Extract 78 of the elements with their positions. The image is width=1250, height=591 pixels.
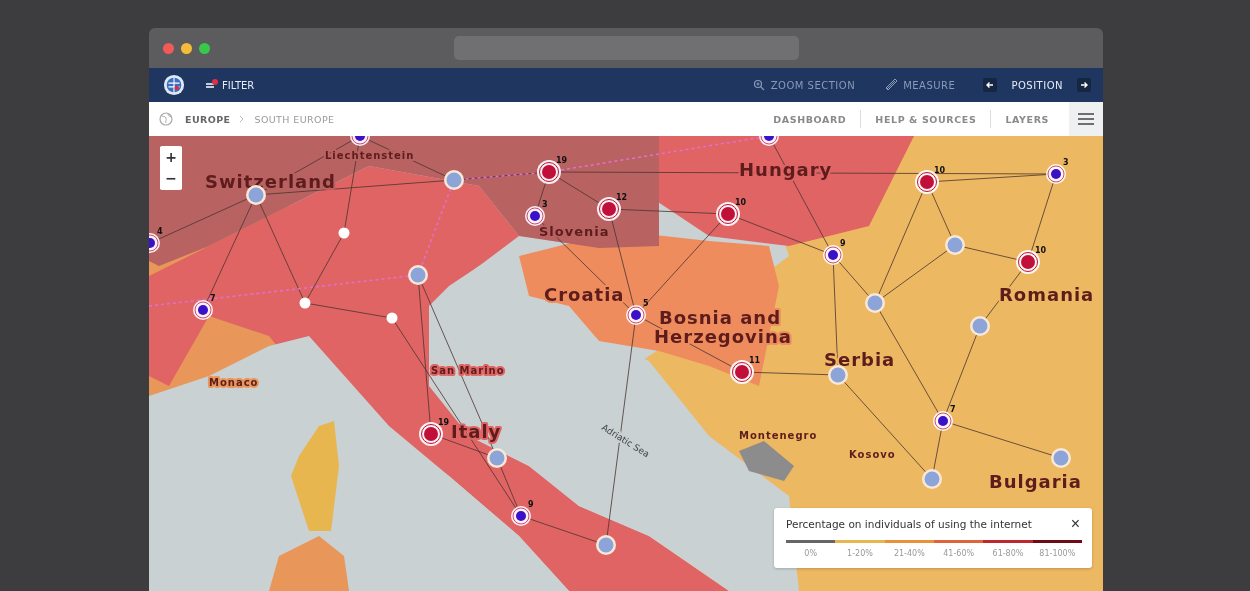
legend-label: 21-40% — [893, 549, 925, 558]
marker-count: 9 — [840, 239, 846, 248]
country-label: Croatia — [544, 284, 625, 305]
country-label: Bosnia and — [659, 307, 782, 328]
small-marker[interactable] — [626, 305, 646, 325]
marker-count: 9 — [528, 500, 534, 509]
marker-count: 12 — [616, 193, 628, 202]
globe-logo-icon[interactable] — [163, 74, 185, 96]
menu-button[interactable] — [1069, 102, 1103, 136]
country-label: Monaco — [209, 377, 259, 388]
marker-count: 7 — [950, 405, 956, 414]
globe-icon — [159, 112, 173, 126]
small-marker[interactable] — [933, 411, 953, 431]
legend-title: Percentage on individuals of using the internet — [786, 518, 1032, 530]
country-label: San Marino — [431, 365, 505, 376]
marker-count: 10 — [934, 166, 946, 175]
menu-link[interactable]: DASHBOARD — [759, 113, 861, 125]
country-label: Bulgaria — [989, 471, 1082, 492]
maximize-window-icon[interactable] — [199, 42, 210, 54]
menu-link[interactable]: LAYERS — [991, 113, 1063, 125]
small-marker[interactable] — [511, 506, 531, 526]
cluster-marker[interactable] — [828, 365, 848, 385]
small-marker[interactable] — [525, 206, 545, 226]
cluster-marker[interactable] — [1051, 448, 1071, 468]
marker-count: 10 — [1035, 246, 1047, 255]
marker-count: 4 — [157, 227, 163, 236]
right-arrow-icon[interactable] — [1077, 78, 1091, 92]
small-marker[interactable] — [149, 233, 160, 253]
minimize-window-icon[interactable] — [181, 42, 192, 54]
country-label: Romania — [999, 284, 1095, 305]
legend-label: 61-80% — [992, 549, 1024, 558]
marker-count: 10 — [735, 198, 747, 207]
measure-button[interactable]: MEASURE — [883, 77, 958, 93]
menu-icon — [1078, 113, 1094, 125]
cluster-marker[interactable] — [596, 535, 616, 555]
marker-count: 5 — [643, 299, 649, 308]
position-label: POSITION — [1011, 79, 1063, 91]
small-marker[interactable] — [823, 245, 843, 265]
point-marker[interactable] — [299, 297, 311, 309]
zoom-section-button[interactable]: ZOOM SECTION — [750, 77, 858, 93]
small-marker[interactable] — [759, 136, 779, 146]
left-arrow-icon[interactable] — [983, 78, 998, 92]
marker-count: 11 — [749, 356, 761, 365]
point-marker[interactable] — [338, 227, 350, 239]
legend-label: 0% — [804, 549, 817, 558]
cluster-marker[interactable] — [922, 469, 942, 489]
cluster-marker[interactable] — [970, 316, 990, 336]
point-marker[interactable] — [386, 312, 398, 324]
country-label: Kosovo — [849, 449, 896, 460]
close-button[interactable]: × — [1068, 517, 1082, 531]
marker-count: 7 — [210, 294, 216, 303]
chevron-right-icon — [239, 115, 246, 123]
cluster-marker[interactable] — [945, 235, 965, 255]
small-marker[interactable] — [1046, 164, 1066, 184]
cluster-marker[interactable] — [487, 448, 507, 468]
country-label: Hungary — [739, 159, 833, 180]
pencil-icon — [885, 79, 898, 91]
menu-link[interactable]: HELP & SOURCES — [861, 113, 991, 125]
breadcrumb-link[interactable]: EUROPE — [185, 113, 231, 125]
legend-label: 1-20% — [847, 549, 873, 558]
legend-label: 41-60% — [943, 549, 975, 558]
country-label: Slovenia — [539, 224, 610, 239]
breadcrumb-link[interactable]: SOUTH EUROPE — [254, 113, 335, 125]
marker-count: 3 — [542, 200, 548, 209]
marker-count: 19 — [556, 156, 568, 165]
marker-count: 19 — [438, 418, 450, 427]
filter-button[interactable]: FILTER — [203, 77, 257, 93]
cluster-marker[interactable] — [408, 265, 428, 285]
country-area — [739, 441, 794, 481]
legend-label: 81-100% — [1039, 549, 1076, 558]
small-marker[interactable] — [193, 300, 213, 320]
filter-icon — [205, 79, 219, 91]
country-label: Montenegro — [739, 430, 818, 441]
zoom-icon — [752, 79, 765, 91]
cluster-marker[interactable] — [865, 293, 885, 313]
marker-count: 3 — [1063, 158, 1069, 167]
small-marker[interactable] — [350, 136, 370, 146]
cluster-marker[interactable] — [444, 170, 464, 190]
